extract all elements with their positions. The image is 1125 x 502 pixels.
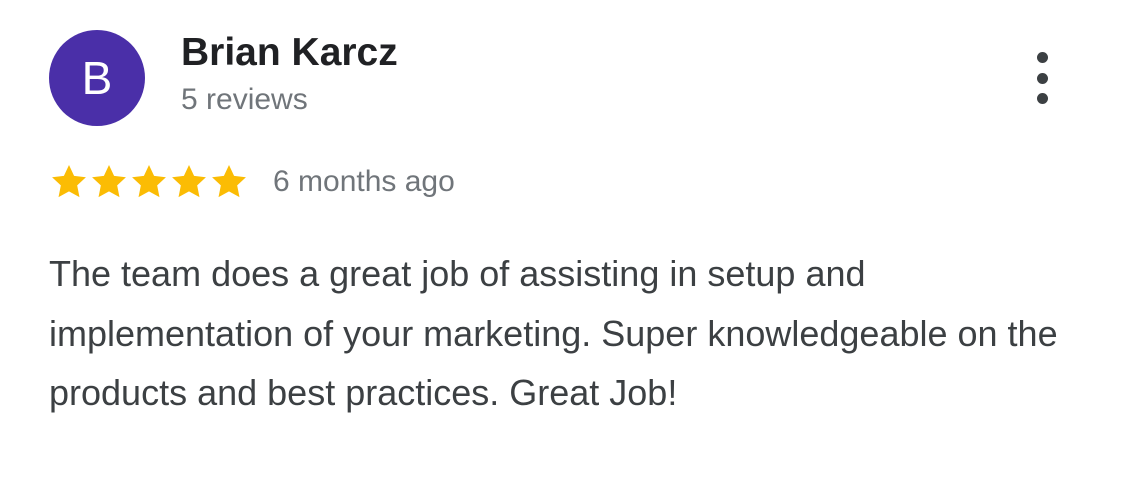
review-date: 6 months ago xyxy=(273,165,455,198)
star-icon xyxy=(172,165,206,198)
more-options-button[interactable] xyxy=(1020,48,1064,108)
reviewer-review-count: 5 reviews xyxy=(181,83,308,116)
reviewer-name[interactable]: Brian Karcz xyxy=(181,31,398,75)
star-icon xyxy=(92,165,126,198)
star-icon xyxy=(52,165,86,198)
more-vertical-icon-dot xyxy=(1036,93,1048,104)
review-card: B Brian Karcz 5 reviews 6 months ago The… xyxy=(0,0,1125,502)
more-vertical-icon-dot xyxy=(1036,72,1048,84)
rating-row: 6 months ago xyxy=(49,160,455,204)
star-icon xyxy=(212,165,246,198)
review-text: The team does a great job of assisting i… xyxy=(49,253,1058,413)
avatar-initial: B xyxy=(81,52,113,104)
star-rating xyxy=(49,162,249,202)
star-icon xyxy=(132,165,166,198)
more-vertical-icon xyxy=(1036,52,1048,63)
avatar[interactable]: B xyxy=(49,30,145,126)
